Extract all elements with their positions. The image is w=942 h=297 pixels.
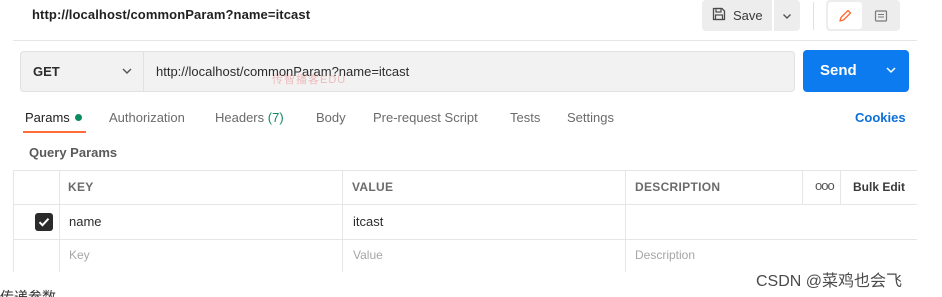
bulk-edit-button[interactable]: Bulk Edit <box>853 180 905 194</box>
column-header-value: VALUE <box>352 180 394 194</box>
documentation-button[interactable] <box>866 2 896 29</box>
table-border <box>13 204 917 205</box>
pencil-icon <box>839 9 852 22</box>
tab-label: Params <box>25 110 70 125</box>
table-border <box>13 239 917 240</box>
save-button[interactable]: Save <box>702 0 772 31</box>
table-border <box>802 170 803 205</box>
method-label: GET <box>33 64 60 79</box>
tab-headers[interactable]: Headers (7) <box>215 110 284 125</box>
query-params-title: Query Params <box>29 145 118 160</box>
table-border <box>840 170 841 205</box>
chevron-down-icon <box>122 68 132 74</box>
tab-pre-request-script[interactable]: Pre-request Script <box>373 110 478 125</box>
document-icon <box>874 9 888 22</box>
caption-fragment: 传递参数 <box>0 289 56 297</box>
tab-params[interactable]: Params <box>25 110 82 125</box>
table-border <box>342 170 343 272</box>
save-options-button[interactable] <box>774 0 800 31</box>
chevron-down-icon <box>783 13 791 19</box>
param-value-cell[interactable]: itcast <box>353 214 383 229</box>
save-icon <box>711 6 727 25</box>
method-select[interactable]: GET <box>20 51 143 92</box>
table-border <box>59 170 60 272</box>
more-options-icon[interactable]: ooo <box>815 178 835 193</box>
chevron-down-icon[interactable] <box>884 63 898 77</box>
url-input[interactable]: http://localhost/commonParam?name=itcast <box>143 51 795 92</box>
cookies-link[interactable]: Cookies <box>855 110 906 125</box>
edit-mode-button[interactable] <box>828 2 862 29</box>
send-button[interactable]: Send <box>803 50 909 92</box>
params-active-dot <box>74 114 82 121</box>
tab-authorization[interactable]: Authorization <box>109 110 185 125</box>
new-key-input[interactable]: Key <box>69 248 90 262</box>
new-description-input[interactable]: Description <box>635 248 695 262</box>
column-header-description: DESCRIPTION <box>635 180 721 194</box>
param-description-cell[interactable] <box>635 214 795 232</box>
request-title[interactable]: http://localhost/commonParam?name=itcast <box>32 7 310 22</box>
table-border <box>13 170 917 171</box>
watermark-overlay: 传智播客EDU <box>272 74 347 86</box>
send-label: Send <box>820 62 857 79</box>
headers-count: (7) <box>267 110 284 125</box>
toolbar-divider <box>813 2 814 30</box>
tab-tests[interactable]: Tests <box>510 110 540 125</box>
table-border <box>625 170 626 272</box>
tab-label: Headers <box>215 110 265 125</box>
header-divider <box>13 40 917 41</box>
save-label: Save <box>733 8 763 23</box>
row-enabled-checkbox[interactable] <box>35 213 53 231</box>
csdn-watermark: CSDN @菜鸡也会飞 <box>756 273 903 290</box>
column-header-key: KEY <box>68 180 94 194</box>
tab-settings[interactable]: Settings <box>567 110 614 125</box>
request-header: http://localhost/commonParam?name=itcast… <box>0 0 942 33</box>
active-tab-underline <box>23 131 86 133</box>
table-border <box>13 170 14 272</box>
new-value-input[interactable]: Value <box>353 248 383 262</box>
tab-body[interactable]: Body <box>316 110 346 125</box>
param-key-cell[interactable]: name <box>69 214 102 229</box>
check-icon <box>38 218 50 227</box>
